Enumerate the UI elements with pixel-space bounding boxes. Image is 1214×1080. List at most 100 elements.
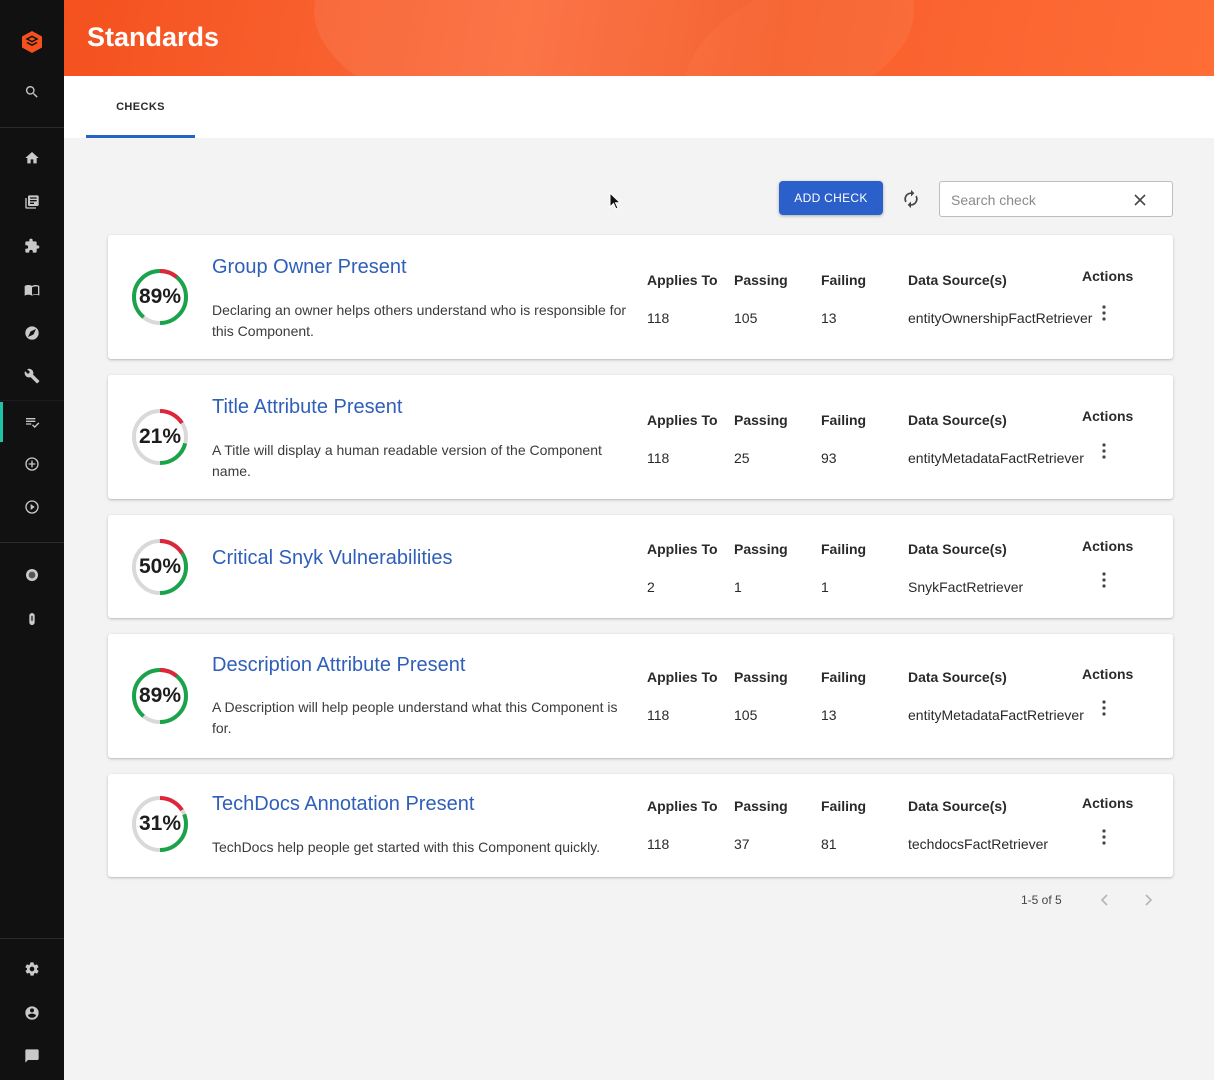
globe-icon[interactable] [0,557,64,593]
failing-header: Failing [821,272,867,288]
passing-value: 25 [734,450,750,466]
passing-header: Passing [734,798,788,814]
chat-icon[interactable] [0,1038,64,1074]
data-sources-header: Data Source(s) [908,541,1007,557]
more-actions-icon[interactable] [1094,569,1114,591]
passing-header: Passing [734,541,788,557]
chevron-right-icon[interactable] [1138,890,1158,910]
mouse-cursor-icon [609,192,621,210]
passing-header: Passing [734,412,788,428]
actions-header: Actions [1082,538,1134,554]
data-source-value: entityMetadataFactRetriever [908,450,1084,466]
close-icon[interactable] [1130,190,1150,210]
check-title[interactable]: Title Attribute Present [212,396,402,419]
check-card: 21% Title Attribute Present A Title will… [108,375,1173,499]
sidebar-divider [0,400,64,401]
applies-to-header: Applies To [647,272,718,288]
failing-value: 13 [821,310,837,326]
score-gauge: 89% [130,666,190,726]
failing-header: Failing [821,798,867,814]
data-sources-header: Data Source(s) [908,412,1007,428]
score-percent: 31% [138,812,182,835]
pagination-range: 1-5 of 5 [1021,893,1062,907]
plugin-icon[interactable] [0,228,64,264]
check-description: Declaring an owner helps others understa… [212,302,627,339]
score-gauge: 21% [130,407,190,467]
profile-icon[interactable] [0,995,64,1031]
more-actions-icon[interactable] [1094,826,1114,848]
failing-value: 93 [821,450,837,466]
search-field [939,181,1173,217]
check-card: 50% Critical Snyk Vulnerabilities Applie… [108,515,1173,618]
sidebar-divider [0,542,64,543]
create-icon[interactable] [0,446,64,482]
home-icon[interactable] [0,140,64,176]
chevron-left-icon[interactable] [1095,890,1115,910]
more-actions-icon[interactable] [1094,440,1114,462]
actions-header: Actions [1082,795,1134,811]
check-description: TechDocs help people get started with th… [212,839,601,855]
applies-to-header: Applies To [647,541,718,557]
applies-to-value: 118 [647,310,670,326]
data-sources-header: Data Source(s) [908,669,1007,685]
page-header: Standards [64,0,1214,76]
logo-icon[interactable] [0,22,64,62]
check-card: 89% Description Attribute Present A Desc… [108,634,1173,758]
sidebar-divider [0,127,64,128]
score-percent: 50% [138,555,182,578]
score-percent: 21% [138,425,182,448]
pin-icon[interactable] [0,601,64,637]
check-title[interactable]: Group Owner Present [212,256,407,279]
score-gauge: 89% [130,267,190,327]
settings-icon[interactable] [0,951,64,987]
score-gauge: 50% [130,537,190,597]
applies-to-header: Applies To [647,412,718,428]
standards-icon[interactable] [0,404,64,440]
play-icon[interactable] [0,489,64,525]
search-input[interactable] [951,190,1131,210]
tab-checks[interactable]: CHECKS [86,76,195,138]
tab-indicator [86,135,195,138]
passing-value: 105 [734,707,758,723]
failing-value: 13 [821,707,837,723]
data-source-value: techdocsFactRetriever [908,836,1049,852]
applies-to-value: 2 [647,579,655,595]
check-card: 89% Group Owner Present Declaring an own… [108,235,1173,359]
check-title[interactable]: Critical Snyk Vulnerabilities [212,547,452,570]
passing-value: 105 [734,310,758,326]
actions-header: Actions [1082,408,1134,424]
data-sources-header: Data Source(s) [908,798,1007,814]
failing-value: 1 [821,579,829,595]
passing-value: 37 [734,836,750,852]
add-check-button[interactable]: ADD CHECK [779,181,883,215]
score-percent: 89% [138,684,182,707]
actions-header: Actions [1082,268,1134,284]
tools-icon[interactable] [0,358,64,394]
tab-bar: CHECKS [64,76,1214,138]
applies-to-header: Applies To [647,669,718,685]
explore-icon[interactable] [0,315,64,351]
check-description: A Title will display a human readable ve… [212,442,602,479]
check-description: A Description will help people understan… [212,699,618,736]
sidebar-divider [0,938,64,939]
check-card: 31% TechDocs Annotation Present TechDocs… [108,774,1173,877]
more-actions-icon[interactable] [1094,697,1114,719]
failing-header: Failing [821,412,867,428]
passing-value: 1 [734,579,742,595]
data-source-value: entityMetadataFactRetriever [908,707,1084,723]
catalog-icon[interactable] [0,184,64,220]
header-decoration [684,0,1214,76]
check-title[interactable]: Description Attribute Present [212,654,465,677]
passing-header: Passing [734,272,788,288]
sidebar [0,0,64,1080]
refresh-icon[interactable] [898,186,924,212]
data-source-value: entityOwnershipFactRetriever [908,310,1093,326]
search-icon[interactable] [0,74,64,110]
docs-icon[interactable] [0,272,64,308]
data-sources-header: Data Source(s) [908,272,1007,288]
check-title[interactable]: TechDocs Annotation Present [212,793,474,816]
more-actions-icon[interactable] [1094,302,1114,324]
actions-header: Actions [1082,666,1134,682]
failing-value: 81 [821,836,837,852]
applies-to-header: Applies To [647,798,718,814]
